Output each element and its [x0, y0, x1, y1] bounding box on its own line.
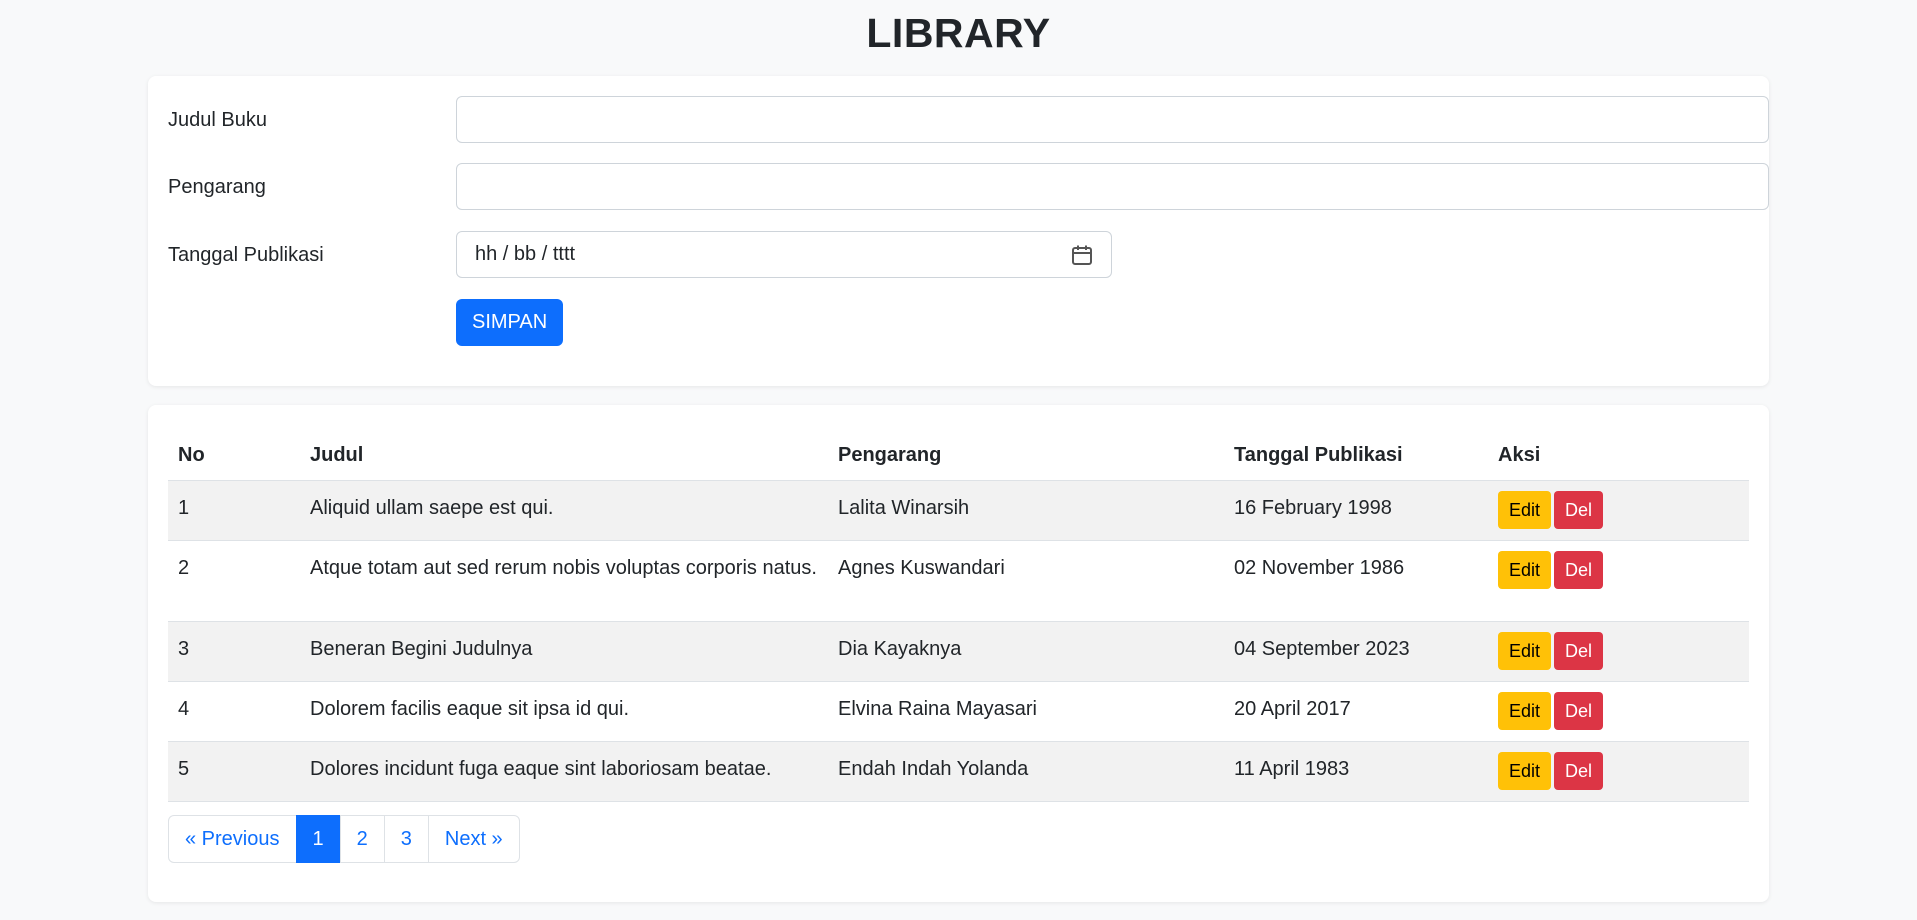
cell-judul: Aliquid ullam saepe est qui. [300, 480, 828, 541]
cell-judul: Dolorem facilis eaque sit ipsa id qui. [300, 681, 828, 742]
table-row: 2 Atque totam aut sed rerum nobis volupt… [168, 540, 1749, 622]
cell-judul: Dolores incidunt fuga eaque sint laborio… [300, 741, 828, 802]
header-judul: Judul [300, 431, 828, 481]
cell-no: 2 [168, 540, 300, 622]
author-input[interactable] [456, 163, 1769, 210]
cell-no: 3 [168, 621, 300, 682]
cell-pengarang: Dia Kayaknya [828, 621, 1224, 682]
book-form-card: Judul Buku Pengarang Tanggal Publikasi h… [148, 76, 1769, 386]
form-row-title: Judul Buku [168, 96, 1769, 144]
header-pengarang: Pengarang [828, 431, 1224, 481]
cell-pengarang: Agnes Kuswandari [828, 540, 1224, 622]
table-row: 1 Aliquid ullam saepe est qui. Lalita Wi… [168, 480, 1749, 541]
cell-no: 5 [168, 741, 300, 802]
page-title: LIBRARY [866, 10, 1051, 56]
book-table-card: No Judul Pengarang Tanggal Publikasi Aks… [148, 405, 1769, 902]
delete-button[interactable]: Del [1554, 550, 1604, 589]
cell-actions: Edit Del [1488, 621, 1749, 682]
calendar-icon[interactable] [1071, 244, 1093, 266]
cell-tanggal: 04 September 2023 [1224, 621, 1488, 682]
cell-judul: Beneran Begini Judulnya [300, 621, 828, 682]
cell-tanggal: 20 April 2017 [1224, 681, 1488, 742]
delete-button[interactable]: Del [1554, 631, 1604, 670]
table-row: 4 Dolorem facilis eaque sit ipsa id qui.… [168, 681, 1749, 742]
save-button[interactable]: SIMPAN [456, 299, 564, 346]
cell-actions: Edit Del [1488, 741, 1749, 802]
cell-no: 4 [168, 681, 300, 742]
cell-tanggal: 11 April 1983 [1224, 741, 1488, 802]
cell-actions: Edit Del [1488, 480, 1749, 541]
form-row-author: Pengarang [168, 163, 1769, 211]
title-label: Judul Buku [168, 109, 267, 131]
cell-pengarang: Endah Indah Yolanda [828, 741, 1224, 802]
header-tanggal: Tanggal Publikasi [1224, 431, 1488, 481]
date-placeholder: hh / bb / tttt [475, 243, 576, 265]
publish-date-input[interactable]: hh / bb / tttt [456, 231, 1112, 278]
author-label: Pengarang [168, 176, 266, 198]
edit-button[interactable]: Edit [1498, 691, 1552, 730]
delete-button[interactable]: Del [1554, 751, 1604, 790]
cell-no: 1 [168, 480, 300, 541]
title-input[interactable] [456, 96, 1769, 143]
cell-pengarang: Elvina Raina Mayasari [828, 681, 1224, 742]
table-row: 5 Dolores incidunt fuga eaque sint labor… [168, 741, 1749, 802]
cell-pengarang: Lalita Winarsih [828, 480, 1224, 541]
edit-button[interactable]: Edit [1498, 631, 1552, 670]
pagination: « Previous 1 2 3 Next » [168, 815, 520, 863]
header-no: No [168, 431, 300, 481]
cell-judul: Atque totam aut sed rerum nobis voluptas… [300, 540, 828, 622]
edit-button[interactable]: Edit [1498, 751, 1552, 790]
cell-actions: Edit Del [1488, 540, 1749, 622]
pagination-page-1[interactable]: 1 [295, 815, 341, 863]
books-table: No Judul Pengarang Tanggal Publikasi Aks… [168, 431, 1749, 802]
cell-tanggal: 02 November 1986 [1224, 540, 1488, 622]
cell-tanggal: 16 February 1998 [1224, 480, 1488, 541]
header-aksi: Aksi [1488, 431, 1749, 481]
form-row-date: Tanggal Publikasi hh / bb / tttt [168, 231, 1749, 279]
pagination-previous[interactable]: « Previous [168, 815, 297, 863]
edit-button[interactable]: Edit [1498, 490, 1552, 529]
table-row: 3 Beneran Begini Judulnya Dia Kayaknya 0… [168, 621, 1749, 682]
date-label: Tanggal Publikasi [168, 244, 324, 266]
delete-button[interactable]: Del [1554, 490, 1604, 529]
cell-actions: Edit Del [1488, 681, 1749, 742]
delete-button[interactable]: Del [1554, 691, 1604, 730]
pagination-next[interactable]: Next » [427, 815, 520, 863]
table-header-row: No Judul Pengarang Tanggal Publikasi Aks… [168, 431, 1749, 481]
pagination-page-2[interactable]: 2 [339, 815, 385, 863]
edit-button[interactable]: Edit [1498, 550, 1552, 589]
pagination-page-3[interactable]: 3 [383, 815, 429, 863]
form-row-submit: SIMPAN [168, 299, 1749, 347]
